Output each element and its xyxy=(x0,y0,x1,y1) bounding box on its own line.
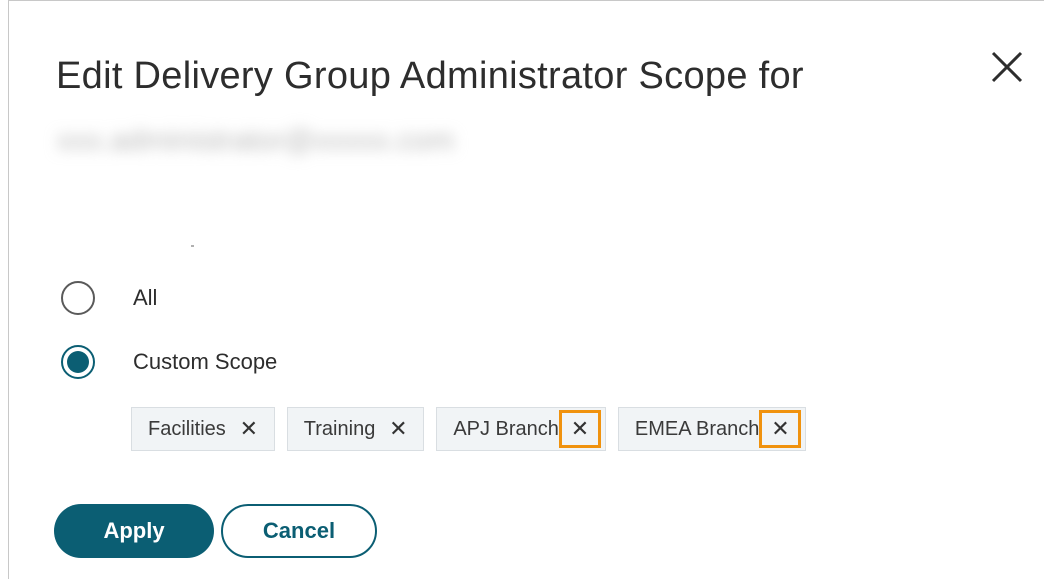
radio-all[interactable]: All xyxy=(61,281,157,315)
chip-facilities: Facilities ✕ xyxy=(131,407,275,451)
chip-label: Training xyxy=(303,417,376,440)
chip-label: APJ Branch xyxy=(453,417,559,440)
chip-remove-training-icon[interactable]: ✕ xyxy=(385,412,411,446)
chip-remove-apj-branch-icon[interactable]: ✕ xyxy=(558,410,601,448)
edit-scope-dialog: Edit Delivery Group Administrator Scope … xyxy=(8,0,1044,579)
radio-custom-scope-indicator[interactable] xyxy=(61,345,95,379)
cancel-button[interactable]: Cancel xyxy=(221,504,377,558)
chip-apj-branch: APJ Branch ✕ xyxy=(436,407,606,451)
chip-training: Training ✕ xyxy=(286,407,425,451)
chip-remove-emea-branch-icon[interactable]: ✕ xyxy=(759,410,802,448)
chip-remove-facilities-icon[interactable]: ✕ xyxy=(236,412,262,446)
administrator-name-blurred: xxx.administrator@xxxxx.com xyxy=(57,124,455,157)
close-button[interactable] xyxy=(985,45,1029,89)
divider-dot xyxy=(191,245,194,247)
radio-custom-scope-label: Custom Scope xyxy=(133,349,278,374)
radio-custom-scope[interactable]: Custom Scope xyxy=(61,345,277,379)
radio-all-label: All xyxy=(133,285,158,310)
apply-button[interactable]: Apply xyxy=(54,504,214,558)
scope-chip-list: Facilities ✕ Training ✕ APJ Branch ✕ EME… xyxy=(131,407,807,451)
chip-label: EMEA Branch xyxy=(634,417,760,440)
dialog-title: Edit Delivery Group Administrator Scope … xyxy=(56,55,804,97)
chip-label: Facilities xyxy=(148,417,226,440)
close-icon xyxy=(991,51,1023,83)
radio-all-indicator[interactable] xyxy=(61,281,95,315)
chip-emea-branch: EMEA Branch ✕ xyxy=(617,407,807,451)
